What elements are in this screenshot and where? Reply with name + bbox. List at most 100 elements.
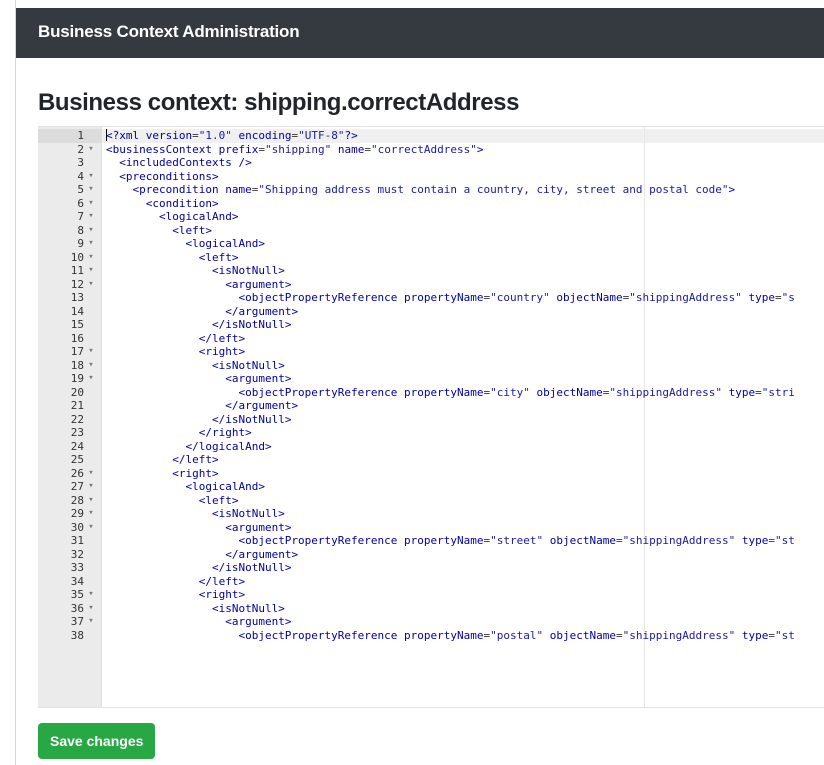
fold-toggle-icon[interactable]: ▾ — [86, 210, 96, 224]
line-number: 1 — [77, 129, 84, 142]
code-line[interactable]: 23 </right> — [38, 426, 824, 440]
fold-toggle-icon[interactable]: ▾ — [86, 345, 96, 359]
code-token: "shippingAddress" — [609, 385, 722, 399]
fold-toggle-icon[interactable]: ▾ — [86, 359, 96, 373]
line-number: 21 — [70, 399, 84, 412]
code-line[interactable]: 11 ▾ <isNotNull> — [38, 264, 824, 278]
fold-toggle-icon[interactable]: ▾ — [86, 170, 96, 184]
fold-toggle-icon[interactable]: ▾ — [86, 615, 96, 629]
fold-toggle-icon[interactable]: ▾ — [86, 494, 96, 508]
line-number: 32 — [70, 547, 84, 561]
code-line[interactable]: 24 </logicalAnd> — [38, 440, 824, 454]
code-token: "UTF-8" — [298, 129, 345, 142]
code-line[interactable]: 22 </isNotNull> — [38, 413, 824, 427]
code-text: <preconditions> — [106, 170, 218, 184]
code-line[interactable]: 16 </left> — [38, 332, 824, 346]
code-line[interactable]: 10 ▾ <left> — [38, 251, 824, 265]
code-line[interactable]: 30 ▾ <argument> — [38, 521, 824, 535]
code-line[interactable]: 20 <objectPropertyReference propertyName… — [38, 386, 824, 400]
line-number: 34 — [70, 574, 84, 588]
fold-toggle-icon[interactable]: ▾ — [86, 143, 96, 157]
code-line[interactable]: 12 ▾ <argument> — [38, 278, 824, 292]
code-line[interactable]: 4 ▾ <preconditions> — [38, 170, 824, 184]
code-line[interactable]: 2 ▾ <businessContext prefix="shipping" nam… — [38, 143, 824, 157]
code-line[interactable]: 5 ▾ <precondition name="Shipping address … — [38, 183, 824, 197]
code-line[interactable]: 33 </isNotNull> — [38, 561, 824, 575]
code-line[interactable]: 9 ▾ <logicalAnd> — [38, 237, 824, 251]
code-token: name — [225, 183, 252, 196]
code-line[interactable]: 38 <objectPropertyReference propertyName… — [38, 629, 824, 643]
code-line[interactable]: 3 <includedContexts /> — [38, 156, 824, 170]
code-token: </left> — [172, 453, 219, 466]
fold-toggle-icon[interactable]: ▾ — [86, 278, 96, 292]
code-token: </left> — [198, 331, 246, 345]
code-token: "st — [774, 534, 795, 547]
editor-lines[interactable]: 1 <?xml version="1.0" encoding="UTF-8"?> 2… — [38, 129, 824, 642]
code-token: <includedContexts /> — [119, 156, 252, 169]
code-text: <objectPropertyReference propertyName = "c… — [106, 385, 794, 400]
code-token: <logicalAnd> — [158, 210, 239, 223]
code-text: </left> — [106, 332, 245, 346]
fold-toggle-icon[interactable]: ▾ — [86, 602, 96, 616]
fold-toggle-icon[interactable]: ▾ — [86, 372, 96, 386]
code-line[interactable]: 29 ▾ <isNotNull> — [38, 507, 824, 521]
code-token: "country" — [490, 291, 550, 304]
code-text: <right> — [106, 467, 218, 481]
line-number: 25 — [70, 453, 84, 466]
code-token: </logicalAnd> — [185, 439, 272, 453]
code-line[interactable]: 7 ▾ <logicalAnd> — [38, 210, 824, 224]
code-line[interactable]: 36 ▾ <isNotNull> — [38, 602, 824, 616]
save-changes-button[interactable]: Save changes — [38, 723, 156, 759]
code-line[interactable]: 28 ▾ <left> — [38, 494, 824, 508]
code-line[interactable]: 8 ▾ <left> — [38, 224, 824, 238]
code-token: "correctAddress" — [370, 142, 477, 156]
code-token: "shippingAddress" — [629, 291, 742, 304]
code-token: <logicalAnd> — [185, 480, 265, 493]
code-token: "shippingAddress" — [622, 534, 736, 547]
code-text: <objectPropertyReference propertyName = "c… — [106, 291, 794, 305]
code-line[interactable]: 6 ▾ <condition> — [38, 197, 824, 211]
line-number: 16 — [70, 331, 84, 345]
navbar-brand[interactable]: Business Context Administration — [38, 22, 300, 42]
code-line[interactable]: 25 </left> — [38, 453, 824, 467]
fold-toggle-icon[interactable]: ▾ — [86, 521, 96, 535]
code-token: <left> — [198, 250, 239, 264]
code-line[interactable]: 19 ▾ <argument> — [38, 372, 824, 386]
fold-toggle-icon[interactable]: ▾ — [86, 264, 96, 278]
code-token: objectName — [536, 385, 603, 399]
code-line[interactable]: 1 <?xml version="1.0" encoding="UTF-8"?> — [38, 129, 824, 143]
code-line[interactable]: 27 ▾ <logicalAnd> — [38, 480, 824, 494]
code-text: <argument> — [106, 372, 291, 386]
code-line[interactable]: 14 </argument> — [38, 305, 824, 319]
code-token: <isNotNull> — [211, 601, 285, 615]
line-number: 13 — [70, 291, 84, 304]
code-line[interactable]: 32 </argument> — [38, 548, 824, 562]
code-line[interactable]: 26 ▾ <right> — [38, 467, 824, 481]
code-line[interactable]: 34 </left> — [38, 575, 824, 589]
fold-toggle-icon[interactable]: ▾ — [86, 237, 96, 251]
code-token: "city" — [490, 385, 530, 399]
code-token: <isNotNull> — [211, 507, 285, 520]
code-line[interactable]: 21 </argument> — [38, 399, 824, 413]
fold-toggle-icon[interactable]: ▾ — [86, 507, 96, 521]
code-line[interactable]: 31 <objectPropertyReference propertyName… — [38, 534, 824, 548]
code-token: > — [476, 142, 484, 156]
code-line[interactable]: 13 <objectPropertyReference propertyName… — [38, 291, 824, 305]
line-number: 38 — [70, 628, 84, 642]
xml-code-editor[interactable]: 1 <?xml version="1.0" encoding="UTF-8"?> 2… — [38, 126, 824, 708]
code-line[interactable]: 37 ▾ <argument> — [38, 615, 824, 629]
code-line[interactable]: 17 ▾ <right> — [38, 345, 824, 359]
fold-toggle-icon[interactable]: ▾ — [86, 224, 96, 238]
code-line[interactable]: 18 ▾ <isNotNull> — [38, 359, 824, 373]
fold-toggle-icon[interactable]: ▾ — [86, 197, 96, 211]
fold-toggle-icon[interactable]: ▾ — [86, 480, 96, 494]
code-line[interactable]: 35 ▾ <right> — [38, 588, 824, 602]
line-number: 37 — [70, 615, 84, 628]
code-line[interactable]: 15 </isNotNull> — [38, 318, 824, 332]
fold-toggle-icon[interactable]: ▾ — [86, 467, 96, 481]
fold-toggle-icon[interactable]: ▾ — [86, 588, 96, 602]
line-number: 8 — [77, 223, 84, 237]
fold-toggle-icon[interactable]: ▾ — [86, 251, 96, 265]
code-text: <businessContext prefix="shipping" name=… — [106, 143, 484, 157]
fold-toggle-icon[interactable]: ▾ — [86, 183, 96, 197]
